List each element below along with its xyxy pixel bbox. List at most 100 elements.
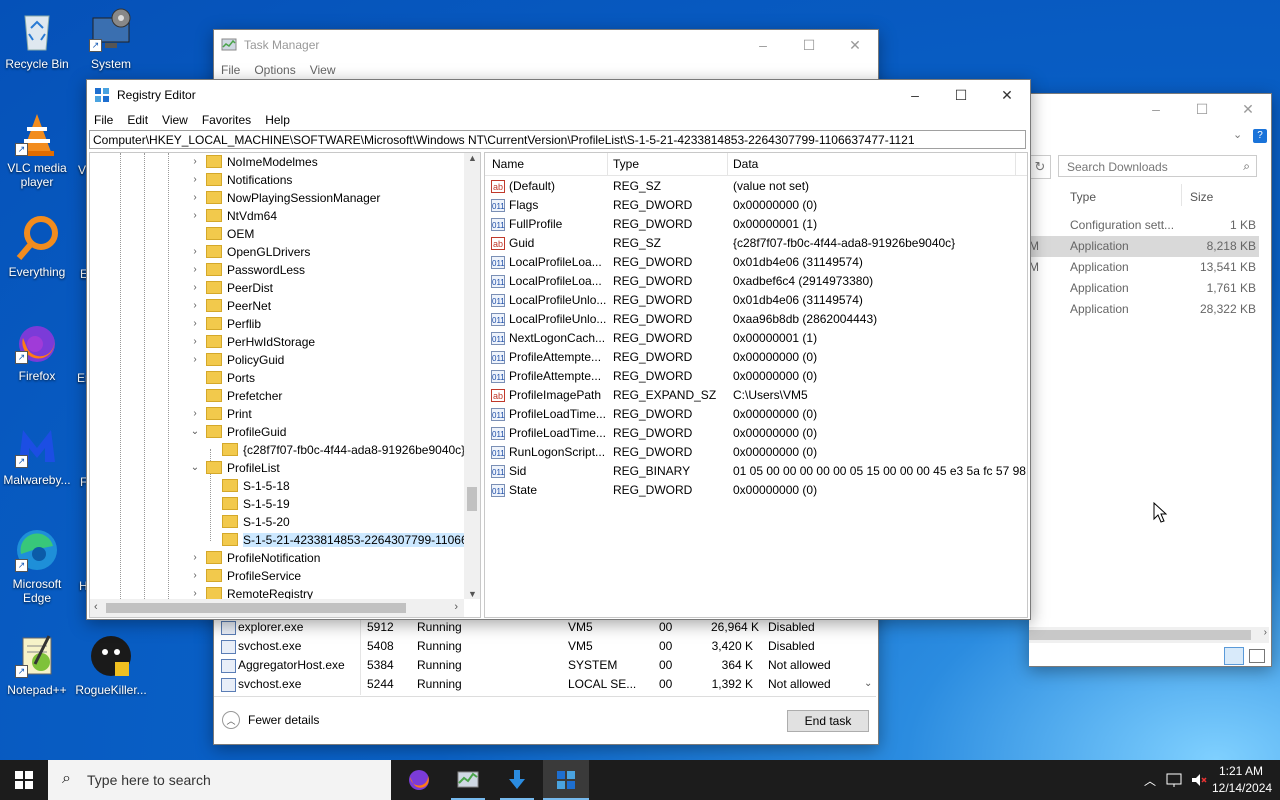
folder-icon — [206, 191, 222, 204]
value-data: 0x00000000 (0) — [733, 426, 818, 440]
tree-vertical-scrollbar[interactable]: ▲ ▼ — [464, 153, 480, 599]
maximize-button[interactable]: ☐ — [786, 30, 832, 60]
value-row[interactable]: 011 LocalProfileUnlo... REG_DWORD 0xaa96b8d… — [485, 310, 1027, 329]
show-hidden-icons-button[interactable]: ︿ — [1141, 760, 1159, 800]
scrollbar-thumb[interactable] — [106, 603, 406, 613]
table-row[interactable]: AggregatorHost.exe 5384 Running SYSTEM 0… — [214, 656, 864, 675]
taskbar-firefox[interactable] — [396, 760, 442, 800]
search-input[interactable]: Search Downloads ⌕ — [1058, 155, 1257, 177]
chevron-down-icon[interactable]: ▼ — [468, 589, 477, 599]
taskbar-search-box[interactable]: ⌕ Type here to search — [48, 760, 391, 800]
value-row[interactable]: ab Guid REG_SZ {c28f7f07-fb0c-4f44-ada8-919… — [485, 234, 1027, 253]
folder-icon — [206, 551, 222, 564]
menu-view[interactable]: View — [155, 113, 195, 127]
value-row[interactable]: 011 RunLogonScript... REG_DWORD 0x00000000 … — [485, 443, 1027, 462]
column-header-type[interactable]: Type — [613, 157, 639, 171]
task-manager-titlebar[interactable]: Task Manager – ☐ ✕ — [214, 30, 878, 60]
value-row[interactable]: 011 ProfileAttempte... REG_DWORD 0x00000000… — [485, 367, 1027, 386]
value-row[interactable]: 011 ProfileAttempte... REG_DWORD 0x00000000… — [485, 348, 1027, 367]
value-row[interactable]: 011 Flags REG_DWORD 0x00000000 (0) — [485, 196, 1027, 215]
desktop-icon-notepadpp[interactable]: ↗ Notepad++ — [0, 632, 74, 697]
registry-editor-window[interactable]: Registry Editor – ☐ ✕ File Edit View Fav… — [86, 79, 1031, 620]
help-icon[interactable]: ? — [1253, 129, 1267, 143]
file-row[interactable]: Configuration sett... 1 KB — [1029, 215, 1259, 236]
file-row[interactable]: M Application 8,218 KB — [1029, 236, 1259, 257]
minimize-button[interactable]: – — [892, 80, 938, 110]
desktop-icon-roguekiller[interactable]: RogueKiller... — [74, 632, 148, 697]
volume-muted-icon[interactable] — [1188, 760, 1210, 800]
downloads-explorer-window[interactable]: – ☐ ✕ ⌄ ? ↻ Search Downloads ⌕ Type Size… — [1029, 93, 1272, 667]
menu-file[interactable]: File — [214, 63, 247, 77]
large-icons-view-icon[interactable] — [1249, 649, 1265, 663]
fewer-details-button[interactable]: ︿ Fewer details — [222, 710, 319, 730]
string-value-icon: ab — [491, 180, 505, 193]
value-row[interactable]: 011 State REG_DWORD 0x00000000 (0) — [485, 481, 1027, 500]
table-row[interactable]: svchost.exe 5408 Running VM5 00 3,420 K … — [214, 637, 864, 656]
start-button[interactable] — [0, 760, 48, 800]
chevron-right-icon[interactable]: › — [1264, 627, 1267, 638]
value-row[interactable]: 011 LocalProfileLoa... REG_DWORD 0xadbef6c4… — [485, 272, 1027, 291]
network-icon[interactable] — [1164, 760, 1186, 800]
menu-options[interactable]: Options — [247, 63, 302, 77]
value-row[interactable]: 011 LocalProfileLoa... REG_DWORD 0x01db4e06… — [485, 253, 1027, 272]
chevron-down-icon[interactable]: ⌄ — [1233, 128, 1242, 141]
end-task-button[interactable]: End task — [787, 710, 869, 732]
column-header-type[interactable]: Type — [1070, 190, 1096, 204]
file-row[interactable]: Application 28,322 KB — [1029, 299, 1259, 320]
column-header-name[interactable]: Name — [492, 157, 524, 171]
scrollbar-thumb[interactable] — [1029, 630, 1251, 640]
value-row[interactable]: 011 LocalProfileUnlo... REG_DWORD 0x01db4e0… — [485, 291, 1027, 310]
values-list[interactable]: Name Type Data ab (Default) REG_SZ (value n… — [484, 152, 1028, 618]
value-row[interactable]: 011 ProfileLoadTime... REG_DWORD 0x00000000… — [485, 405, 1027, 424]
desktop-icon-firefox[interactable]: ↗ Firefox — [0, 318, 74, 383]
desktop-icon-edge[interactable]: ↗ Microsoft Edge — [0, 526, 74, 605]
clock[interactable]: 1:21 AM 12/14/2024 — [1212, 763, 1272, 797]
horizontal-scrollbar[interactable]: › — [1029, 627, 1269, 643]
value-row[interactable]: 011 FullProfile REG_DWORD 0x00000001 (1) — [485, 215, 1027, 234]
value-row[interactable]: ab ProfileImagePath REG_EXPAND_SZ C:\Users\… — [485, 386, 1027, 405]
column-header-size[interactable]: Size — [1190, 190, 1213, 204]
menu-file[interactable]: File — [87, 113, 120, 127]
menu-edit[interactable]: Edit — [120, 113, 155, 127]
details-view-icon[interactable] — [1224, 647, 1244, 665]
desktop-icon-malwarebytes[interactable]: ↗ Malwareby... — [0, 422, 74, 487]
menu-favorites[interactable]: Favorites — [195, 113, 258, 127]
desktop-icon-vlc[interactable]: ↗ VLC media player — [0, 110, 74, 189]
value-row[interactable]: ab (Default) REG_SZ (value not set) — [485, 177, 1027, 196]
close-button[interactable]: ✕ — [984, 80, 1030, 110]
maximize-button[interactable]: ☐ — [938, 80, 984, 110]
tree-horizontal-scrollbar[interactable]: ‹ › — [90, 599, 464, 617]
address-bar[interactable]: Computer\HKEY_LOCAL_MACHINE\SOFTWARE\Mic… — [89, 130, 1026, 149]
minimize-button[interactable]: – — [1133, 94, 1179, 124]
menu-view[interactable]: View — [303, 63, 343, 77]
scroll-down-arrow[interactable]: ⌄ — [864, 678, 872, 689]
table-row[interactable]: explorer.exe 5912 Running VM5 00 26,964 … — [214, 618, 864, 637]
taskbar-downloads[interactable] — [494, 760, 540, 800]
close-button[interactable]: ✕ — [1225, 94, 1271, 124]
table-row[interactable]: svchost.exe 5244 Running LOCAL SE... 00 … — [214, 675, 864, 694]
desktop-icon-recycle-bin[interactable]: Recycle Bin — [0, 6, 74, 71]
value-name: Sid — [509, 464, 527, 478]
taskbar-task-manager[interactable] — [445, 760, 491, 800]
registry-tree[interactable]: › NoImeModelmes › Notifications › NowPlayin… — [89, 152, 481, 618]
scrollbar-thumb[interactable] — [467, 487, 477, 511]
desktop-icon-everything[interactable]: Everything — [0, 214, 74, 279]
column-header-data[interactable]: Data — [733, 157, 758, 171]
taskbar-registry-editor[interactable] — [543, 760, 589, 800]
chevron-up-icon[interactable]: ▲ — [468, 153, 477, 163]
file-row[interactable]: M Application 13,541 KB — [1029, 257, 1259, 278]
maximize-button[interactable]: ☐ — [1179, 94, 1225, 124]
chevron-left-icon[interactable]: ‹ — [94, 601, 98, 613]
chevron-right-icon[interactable]: › — [454, 601, 458, 613]
value-row[interactable]: 011 Sid REG_BINARY 01 05 00 00 00 00 00 05 … — [485, 462, 1027, 481]
close-button[interactable]: ✕ — [832, 30, 878, 60]
minimize-button[interactable]: – — [740, 30, 786, 60]
desktop-icon-system[interactable]: ↗ System — [74, 6, 148, 71]
file-row[interactable]: Application 1,761 KB — [1029, 278, 1259, 299]
value-data: 0x00000000 (0) — [733, 198, 818, 212]
value-row[interactable]: 011 NextLogonCach... REG_DWORD 0x00000001 (… — [485, 329, 1027, 348]
menu-help[interactable]: Help — [258, 113, 297, 127]
registry-editor-titlebar[interactable]: Registry Editor – ☐ ✕ — [87, 80, 1030, 110]
value-row[interactable]: 011 ProfileLoadTime... REG_DWORD 0x00000000… — [485, 424, 1027, 443]
refresh-icon[interactable]: ↻ — [1029, 155, 1051, 179]
